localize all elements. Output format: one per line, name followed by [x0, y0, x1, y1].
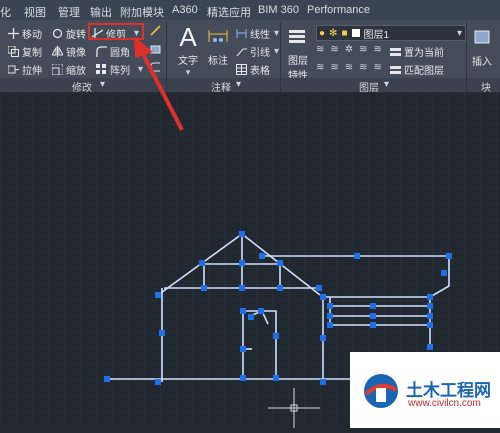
civilcn-logo [362, 372, 400, 410]
watermark-url: www.civilcn.com [408, 398, 481, 409]
